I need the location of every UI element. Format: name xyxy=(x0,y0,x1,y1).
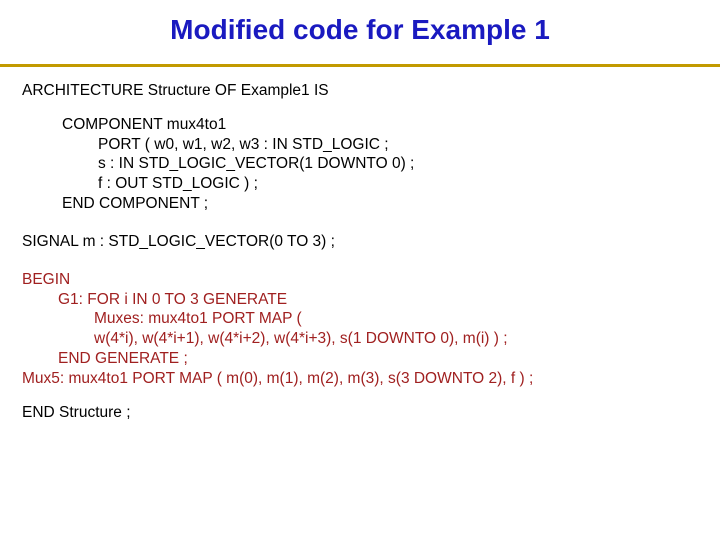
mux5-line: Mux5: mux4to1 PORT MAP ( m(0), m(1), m(2… xyxy=(22,369,698,389)
muxes-block: Muxes: mux4to1 PORT MAP ( w(4*i), w(4*i+… xyxy=(94,309,698,349)
slide-content: ARCHITECTURE Structure OF Example1 IS CO… xyxy=(0,67,720,423)
muxes-map: w(4*i), w(4*i+1), w(4*i+2), w(4*i+3), s(… xyxy=(94,329,698,349)
component-block: COMPONENT mux4to1 PORT ( w0, w1, w2, w3 … xyxy=(62,115,698,214)
port-block: PORT ( w0, w1, w2, w3 : IN STD_LOGIC ; s… xyxy=(98,135,698,194)
begin-keyword: BEGIN xyxy=(22,270,698,290)
component-decl: COMPONENT mux4to1 xyxy=(62,115,698,135)
generate-line: G1: FOR i IN 0 TO 3 GENERATE xyxy=(58,290,698,310)
muxes-decl: Muxes: mux4to1 PORT MAP ( xyxy=(94,309,698,329)
signal-line: SIGNAL m : STD_LOGIC_VECTOR(0 TO 3) ; xyxy=(22,232,698,252)
architecture-line: ARCHITECTURE Structure OF Example1 IS xyxy=(22,81,698,101)
port-line-3: f : OUT STD_LOGIC ) ; xyxy=(98,174,698,194)
slide: Modified code for Example 1 ARCHITECTURE… xyxy=(0,0,720,540)
end-generate: END GENERATE ; xyxy=(58,349,698,369)
end-structure: END Structure ; xyxy=(22,403,698,423)
slide-title: Modified code for Example 1 xyxy=(0,0,720,58)
port-line-1: PORT ( w0, w1, w2, w3 : IN STD_LOGIC ; xyxy=(98,135,698,155)
component-end: END COMPONENT ; xyxy=(62,194,698,214)
port-line-2: s : IN STD_LOGIC_VECTOR(1 DOWNTO 0) ; xyxy=(98,154,698,174)
begin-block: BEGIN G1: FOR i IN 0 TO 3 GENERATE Muxes… xyxy=(22,270,698,389)
